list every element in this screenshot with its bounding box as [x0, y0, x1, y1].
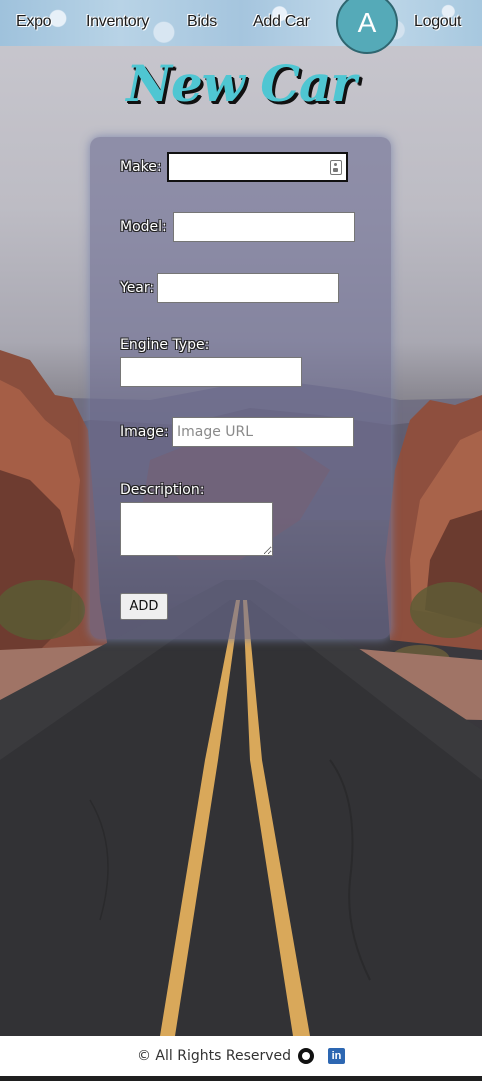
description-label: Description: [120, 482, 205, 498]
image-label: Image: [120, 424, 169, 440]
contact-card-icon[interactable] [330, 160, 342, 175]
engine-type-input[interactable] [120, 357, 302, 387]
bottom-strip [0, 1076, 482, 1081]
nav-link-bids[interactable]: Bids [187, 13, 217, 31]
nav-link-expo[interactable]: Expo [16, 13, 52, 31]
nav-link-add-car[interactable]: Add Car [253, 13, 310, 31]
year-label: Year: [120, 280, 155, 296]
user-avatar[interactable]: A [336, 0, 398, 54]
page-title: New Car [126, 54, 357, 113]
image-url-input[interactable] [172, 417, 354, 447]
add-button[interactable]: ADD [120, 593, 168, 620]
model-label: Model: [120, 219, 167, 235]
github-icon[interactable] [298, 1048, 315, 1064]
nav-link-logout[interactable]: Logout [414, 13, 461, 31]
avatar-initial: A [357, 7, 377, 38]
make-label: Make: [120, 159, 162, 175]
engine-type-label: Engine Type: [120, 337, 210, 353]
model-input[interactable] [173, 212, 355, 242]
linkedin-icon[interactable]: in [328, 1048, 346, 1064]
copyright-text: © All Rights Reserved [136, 1048, 292, 1064]
make-input[interactable] [167, 152, 348, 182]
year-input[interactable] [157, 273, 339, 303]
description-textarea[interactable] [120, 502, 273, 556]
top-nav: Expo Inventory Bids Add Car A Logout [0, 0, 482, 54]
new-car-form: Make: Model: Year: Engine Type: Image: D… [90, 137, 391, 639]
nav-link-inventory[interactable]: Inventory [86, 13, 149, 31]
footer: © All Rights Reserved in [0, 1036, 482, 1076]
